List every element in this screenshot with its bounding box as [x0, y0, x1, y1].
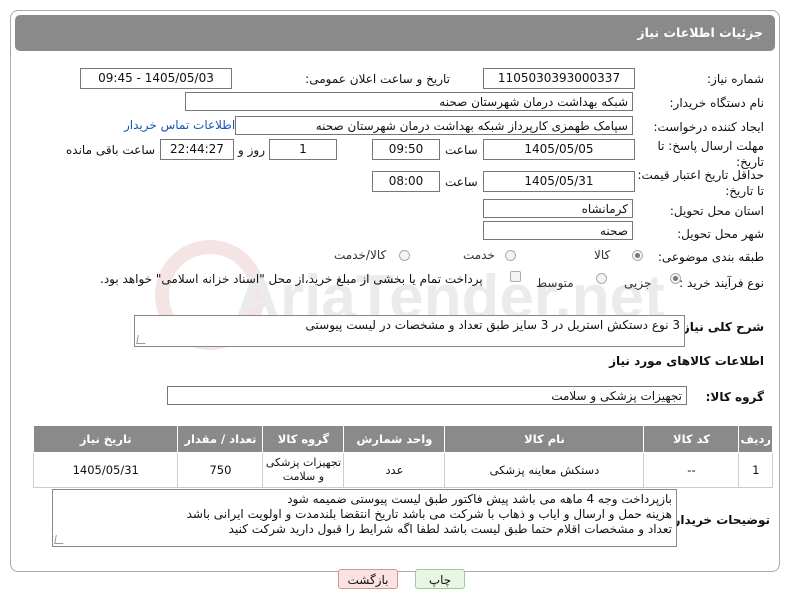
description-label: شرح کلی نیاز:	[678, 320, 764, 334]
need-number-label: شماره نیاز:	[707, 72, 764, 86]
table-row: 1 -- دستکش معاینه پزشکی عدد تجهیزات پزشک…	[32, 452, 773, 488]
price-validity-label: حداقل تاریخ اعتبار قیمت: تا تاریخ:	[637, 168, 764, 198]
category-label: طبقه بندی موضوعی:	[657, 250, 764, 264]
return-button[interactable]: بازگشت	[338, 569, 398, 589]
goods-table-header: ردیف کد کالا نام کالا واحد شمارش گروه کا…	[32, 425, 773, 453]
buyer-notes-line-3: تعداد و مشخصات اقلام حتما طبق لیست باشد …	[228, 522, 672, 536]
goods-table: ردیف کد کالا نام کالا واحد شمارش گروه کا…	[32, 425, 773, 488]
buyer-org-field: شبکه بهداشت درمان شهرستان صحنه	[185, 92, 633, 111]
price-validity-time-field: 08:00	[372, 171, 440, 192]
category-option-goods-service: کالا/خدمت	[334, 248, 387, 262]
process-type-label: نوع فرآیند خرید :	[679, 276, 764, 290]
buyer-notes-label: توضیحات خریدار:	[668, 513, 770, 527]
process-radio-medium[interactable]	[596, 273, 607, 284]
resize-grip-icon[interactable]	[54, 535, 65, 544]
page: جزئیات اطلاعات نیاز AriaTender.net شماره…	[0, 0, 788, 606]
buyer-notes-field: بازپرداخت وجه 4 ماهه می باشد پیش فاکتور …	[52, 489, 677, 547]
remaining-time-label: ساعت باقی مانده	[66, 143, 156, 157]
category-option-service: خدمت	[463, 248, 495, 262]
province-label: استان محل تحویل:	[669, 204, 764, 218]
col-code: کد کالا	[643, 425, 740, 453]
description-text: 3 نوع دستکش استریل در 3 سایز طبق تعداد و…	[305, 318, 680, 332]
treasury-payment-checkbox[interactable]	[510, 271, 521, 282]
print-button[interactable]: چاپ	[415, 569, 465, 589]
cell-group: تجهیزات پزشکی و سلامت	[262, 452, 345, 488]
buyer-notes-line-2: هزینه حمل و ارسال و ایاب و ذهاب با شرکت …	[186, 507, 672, 521]
category-radio-service[interactable]	[505, 250, 516, 261]
cell-qty: 750	[177, 452, 264, 488]
payment-note: پرداخت تمام یا بخشی از مبلغ خرید،از محل …	[100, 272, 483, 286]
goods-group-field: تجهیزات پزشکی و سلامت	[167, 386, 687, 405]
col-qty: تعداد / مقدار	[177, 425, 264, 453]
category-option-goods: کالا	[594, 248, 611, 262]
goods-section-title: اطلاعات کالاهای مورد نیاز	[609, 354, 764, 368]
cell-date: 1405/05/31	[32, 452, 179, 488]
cell-row: 1	[738, 452, 773, 488]
description-field: 3 نوع دستکش استریل در 3 سایز طبق تعداد و…	[134, 315, 685, 347]
cell-unit: عدد	[343, 452, 446, 488]
reply-time-field: 09:50	[372, 139, 440, 160]
buyer-notes-line-1: بازپرداخت وجه 4 ماهه می باشد پیش فاکتور …	[287, 492, 672, 506]
days-label: روز و	[238, 143, 265, 157]
announce-datetime-field: 1405/05/03 - 09:45	[80, 68, 232, 89]
process-option-medium: متوسط	[536, 276, 574, 290]
city-label: شهر محل تحویل:	[677, 227, 764, 241]
col-name: نام کالا	[444, 425, 645, 453]
cell-code: --	[643, 452, 740, 488]
reply-time-label: ساعت	[445, 143, 478, 157]
remaining-time-field: 22:44:27	[160, 139, 234, 160]
announce-datetime-label: تاریخ و ساعت اعلان عمومی:	[305, 72, 450, 86]
city-field: صحنه	[483, 221, 633, 240]
buyer-org-label: نام دستگاه خریدار:	[669, 96, 765, 110]
category-radio-goods[interactable]	[632, 250, 643, 261]
requester-field: سپامک طهمزی کارپرداز شبکه بهداشت درمان ش…	[235, 116, 633, 135]
col-unit: واحد شمارش	[343, 425, 446, 453]
resize-grip-icon[interactable]	[136, 335, 147, 344]
need-number-field: 1105030393000337	[483, 68, 635, 89]
price-validity-date-field: 1405/05/31	[483, 171, 635, 192]
province-field: کرمانشاه	[483, 199, 633, 218]
process-radio-minor[interactable]	[670, 273, 681, 284]
col-row: ردیف	[738, 425, 773, 453]
days-remaining-field: 1	[269, 139, 337, 160]
col-group: گروه کالا	[262, 425, 345, 453]
reply-deadline-label: مهلت ارسال پاسخ: تا تاریخ:	[657, 139, 764, 169]
panel-title: جزئیات اطلاعات نیاز	[15, 15, 775, 51]
col-date: تاریخ نیاز	[32, 425, 179, 453]
cell-name: دستکش معاینه پزشکی	[444, 452, 645, 488]
buyer-contact-link[interactable]: اطلاعات تماس خریدار	[124, 118, 235, 132]
reply-date-field: 1405/05/05	[483, 139, 635, 160]
process-option-minor: جزیی	[624, 276, 652, 290]
price-validity-time-label: ساعت	[445, 175, 478, 189]
goods-group-label: گروه کالا:	[705, 390, 764, 404]
category-radio-goods-service[interactable]	[399, 250, 410, 261]
requester-label: ایجاد کننده درخواست:	[653, 120, 764, 134]
